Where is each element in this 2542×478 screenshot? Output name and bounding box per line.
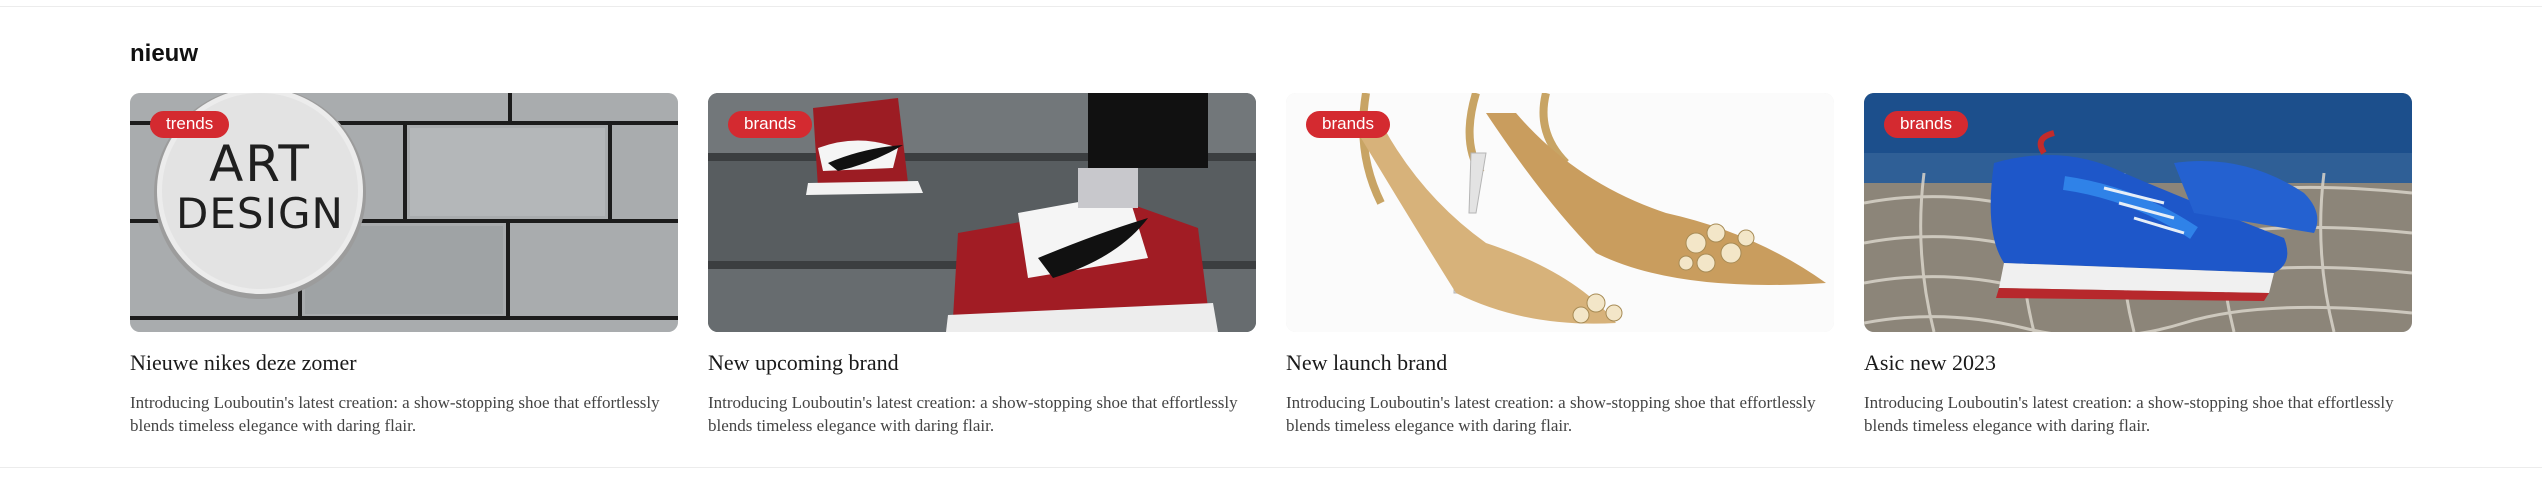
card-title[interactable]: New launch brand [1286,349,1834,377]
sign-line1: ART [209,135,311,193]
category-badge[interactable]: brands [1884,111,1968,138]
art-design-sign-image[interactable]: ART DESIGN trends [130,93,678,332]
card-description: Introducing Louboutin's latest creation:… [130,393,660,435]
sign-line2: DESIGN [176,189,344,238]
card-title[interactable]: Nieuwe nikes deze zomer [130,349,678,377]
news-card[interactable]: ART DESIGN trends Nieuwe nikes deze zome… [130,93,678,437]
card-description: Introducing Louboutin's latest creation:… [1286,393,1816,435]
red-sneakers-on-stairs-image[interactable]: brands [708,93,1256,332]
gold-heels-image[interactable]: brands [1286,93,1834,332]
section-title: nieuw [130,40,199,67]
card-description: Introducing Louboutin's latest creation:… [1864,393,2394,435]
news-card[interactable]: brands New upcoming brand Introducing Lo… [708,93,1256,437]
category-badge[interactable]: brands [1306,111,1390,138]
category-badge[interactable]: trends [150,111,230,138]
card-title[interactable]: New upcoming brand [708,349,1256,377]
category-badge[interactable]: brands [728,111,812,138]
top-divider [0,6,2542,7]
blue-sneakers-on-net-image[interactable]: brands [1864,93,2412,332]
bottom-divider [0,467,2542,468]
news-card[interactable]: brands New launch brand Introducing Loub… [1286,93,1834,437]
card-title[interactable]: Asic new 2023 [1864,349,2412,377]
card-description: Introducing Louboutin's latest creation:… [708,393,1238,435]
news-card[interactable]: brands Asic new 2023 Introducing Loubout… [1864,93,2412,437]
